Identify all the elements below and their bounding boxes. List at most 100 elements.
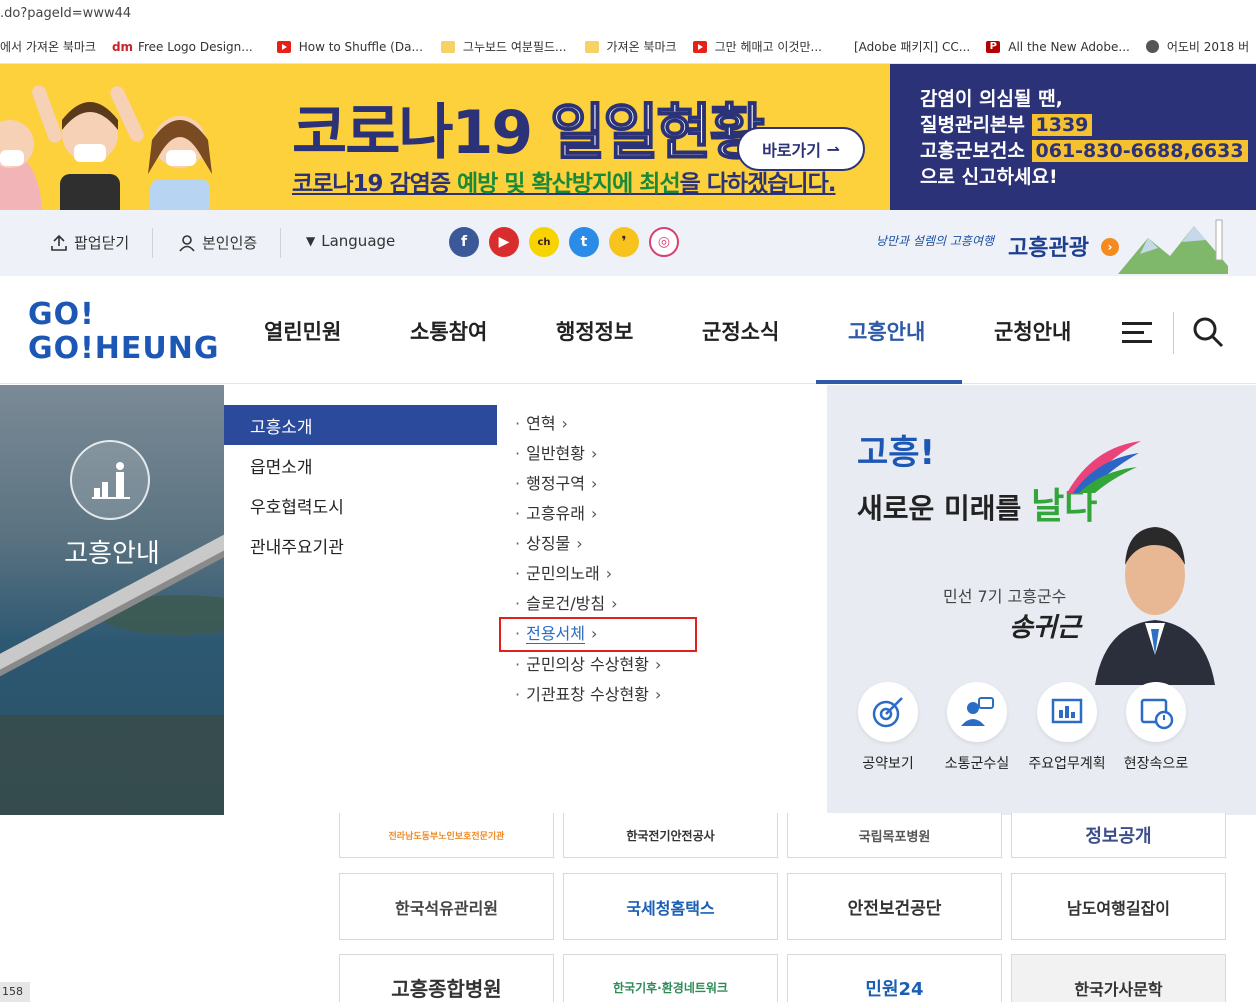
quick-link-label[interactable]: 주요업무계획 — [1017, 753, 1117, 773]
sub-item-sister-cities[interactable]: 우호협력도시 — [224, 485, 497, 525]
bookmark-item[interactable]: P All the New Adobe... — [986, 40, 1142, 54]
sub-menu: 고흥소개 읍면소개 우호협력도시 관내주요기관 — [224, 385, 497, 815]
section-title: 고흥안내 — [64, 539, 160, 569]
banner-report-info: 감염이 의심될 땐, 질병관리본부 1339 고흥군보건소 061-830-66… — [890, 64, 1256, 210]
search-icon[interactable] — [1192, 316, 1224, 348]
p-icon: P — [986, 40, 1001, 53]
promo-title: 고흥! — [857, 433, 936, 473]
bookmark-item[interactable]: 에서 가져온 북마크 — [0, 38, 108, 55]
mayor-photo — [1095, 527, 1215, 685]
nav-item-admin-info[interactable]: 행정정보 — [556, 316, 633, 346]
mayor-signature: 송귀근 — [1009, 613, 1081, 643]
site-logo[interactable]: GO! GO!HEUNG — [28, 298, 220, 366]
bookmark-item[interactable]: How to Shuffle (Da... — [276, 40, 435, 54]
link-origin[interactable]: · 고흥유래 › — [515, 500, 597, 524]
banner-title: 코로나19 일일현황 — [292, 97, 766, 169]
partner-banner[interactable]: 고흥종합병원 — [339, 954, 554, 1002]
url-text: .do?pageId=www44 — [0, 6, 132, 21]
partner-banner[interactable]: 한국전기안전공사 — [563, 813, 778, 858]
business-plan-icon[interactable] — [1037, 682, 1097, 742]
chevron-right-icon: › — [654, 655, 662, 674]
youtube-icon — [692, 40, 707, 53]
partner-banner[interactable]: 정보공개 — [1011, 813, 1226, 858]
shore-shape — [0, 715, 224, 815]
chevron-right-icon: › — [561, 414, 568, 433]
divider — [152, 228, 153, 258]
banner-go-button[interactable]: 바로가기 ⇀ — [737, 127, 865, 171]
pledge-icon[interactable] — [858, 682, 918, 742]
chart-person-icon — [70, 440, 150, 520]
chevron-right-icon: › — [605, 564, 613, 583]
link-overview[interactable]: · 일반현황 › — [515, 440, 597, 464]
partner-banner[interactable]: 국세청홈택스 — [563, 873, 778, 940]
partner-banner[interactable]: 한국기후·환경네트워크 — [563, 954, 778, 1002]
upload-icon — [51, 234, 67, 251]
bookmark-item[interactable]: [Adobe 패키지] CC... — [854, 38, 982, 55]
quick-link-label[interactable]: 공약보기 — [838, 753, 938, 773]
address-bar[interactable]: .do?pageId=www44 — [0, 0, 1256, 30]
language-dropdown[interactable]: ▼ Language — [306, 232, 395, 250]
covid-banner[interactable]: 코로나19 일일현황 코로나19 감염증 예방 및 확산방지에 최선을 다하겠습… — [0, 64, 1256, 210]
section-image-panel: 고흥안내 — [0, 385, 224, 815]
quick-link-label[interactable]: 현장속으로 — [1106, 753, 1206, 773]
kakao-icon[interactable]: ❜ — [609, 227, 639, 257]
instagram-icon[interactable]: ◎ — [649, 227, 679, 257]
verify-button[interactable]: 본인인증 — [178, 232, 257, 253]
mayor-promo-panel: 고흥! 새로운 미래를 날다 민선 7기 고흥군수 송귀근 공약보기 소통군수실… — [827, 385, 1256, 815]
chevron-right-icon: › — [590, 504, 598, 523]
chevron-right-icon[interactable]: › — [1101, 238, 1119, 256]
bookmark-item[interactable]: 그누보드 여분필드... — [440, 38, 579, 55]
chevron-right-icon: › — [590, 474, 598, 493]
link-slogan[interactable]: · 슬로건/방침 › — [515, 590, 618, 614]
mountain-illustration — [1118, 219, 1228, 274]
bookmarks-bar: 에서 가져온 북마크 dm Free Logo Design... How to … — [0, 30, 1256, 64]
arrow-right-icon: ⇀ — [826, 139, 840, 159]
characters-illustration — [0, 85, 212, 210]
bookmark-item[interactable]: 어도비 2018 버 — [1145, 38, 1256, 55]
link-symbols[interactable]: · 상징물 › — [515, 530, 583, 554]
link-song[interactable]: · 군민의노래 › — [515, 560, 612, 584]
mayor-title: 민선 7기 고흥군수 — [943, 587, 1067, 606]
partner-banner[interactable]: 국립목포병원 — [787, 813, 1002, 858]
link-citizen-award[interactable]: · 군민의상 수상현황 › — [515, 651, 661, 675]
mayor-office-icon[interactable] — [947, 682, 1007, 742]
link-districts[interactable]: · 행정구역 › — [515, 470, 597, 494]
partner-banner[interactable]: 전라남도동부노인보호전문기관 — [339, 813, 554, 858]
chevron-right-icon: › — [654, 685, 662, 704]
kakaostory-icon[interactable]: ch — [529, 227, 559, 257]
partner-banner[interactable]: 안전보건공단 — [787, 873, 1002, 940]
menu-icon[interactable] — [1122, 322, 1152, 343]
globe-icon — [1145, 40, 1159, 53]
quick-link-label[interactable]: 소통군수실 — [927, 753, 1027, 773]
bookmark-item[interactable]: 가져온 북마크 — [584, 38, 689, 55]
twitter-icon[interactable]: t — [569, 227, 599, 257]
chevron-right-icon: › — [611, 594, 618, 613]
nav-item-office-guide[interactable]: 군청안내 — [994, 316, 1071, 346]
bookmark-item[interactable]: 그만 헤매고 이것만... — [692, 38, 834, 55]
nav-item-communication[interactable]: 소통참여 — [410, 316, 487, 346]
sub-item-intro[interactable]: 고흥소개 — [224, 405, 497, 445]
partner-banner[interactable]: 민원24 — [787, 954, 1002, 1002]
bookmark-item[interactable]: dm Free Logo Design... — [112, 40, 265, 54]
link-agency-award[interactable]: · 기관표창 수상현황 › — [515, 681, 661, 705]
sub-item-institutions[interactable]: 관내주요기관 — [224, 525, 497, 565]
calendar-clock-icon[interactable] — [1126, 682, 1186, 742]
sub-item-towns[interactable]: 읍면소개 — [224, 445, 497, 485]
user-icon — [179, 234, 195, 252]
popup-close-button[interactable]: 팝업닫기 — [50, 232, 129, 253]
folder-icon — [440, 40, 455, 53]
nav-item-county-news[interactable]: 군정소식 — [702, 316, 779, 346]
active-nav-indicator — [816, 380, 962, 384]
partner-banner[interactable]: 한국가사문학 — [1011, 954, 1226, 1002]
youtube-icon — [276, 40, 291, 53]
chevron-right-icon: › — [590, 444, 598, 463]
divider — [280, 228, 281, 258]
facebook-icon[interactable]: f — [449, 227, 479, 257]
youtube-icon[interactable]: ▶ — [489, 227, 519, 257]
nav-item-open-complaints[interactable]: 열린민원 — [264, 316, 341, 346]
partner-banner[interactable]: 남도여행길잡이 — [1011, 873, 1226, 940]
nav-item-goheung-guide[interactable]: 고흥안내 — [848, 316, 925, 346]
link-history[interactable]: · 연혁 › — [515, 410, 568, 434]
tour-logo[interactable]: 고흥관광 — [1008, 230, 1089, 262]
partner-banner[interactable]: 한국석유관리원 — [339, 873, 554, 940]
